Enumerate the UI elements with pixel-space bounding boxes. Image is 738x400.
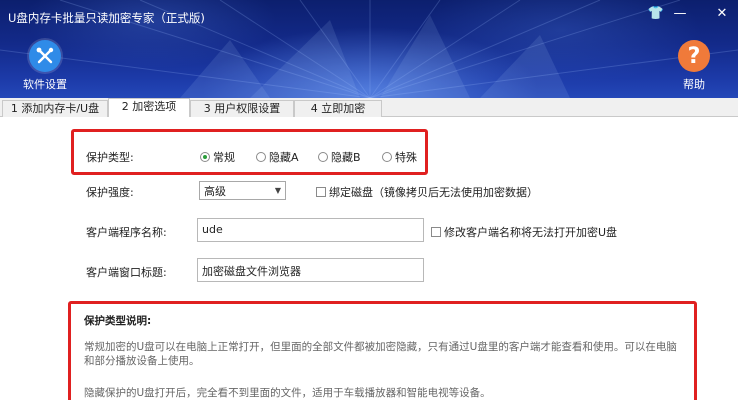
description-title: 保护类型说明:: [84, 315, 152, 327]
help-button[interactable]: ? 帮助: [666, 40, 722, 92]
description-line-3: 隐藏保护的U盘打开后，完全看不到里面的文件，适用于车载播放器和智能电视等设备。: [84, 387, 491, 399]
description-line-2: 和部分播放设备上使用。: [84, 355, 200, 367]
tab-encrypt-options[interactable]: 2 加密选项: [108, 98, 190, 118]
checkbox-icon: [316, 187, 326, 197]
skin-icon[interactable]: 👕: [646, 6, 666, 21]
question-icon: ?: [678, 40, 710, 72]
help-label: 帮助: [683, 78, 705, 91]
client-name-label: 客户端程序名称:: [86, 226, 167, 239]
client-name-input[interactable]: ude: [197, 218, 424, 242]
radio-protect-special[interactable]: 特殊: [382, 149, 417, 165]
tab-add-card[interactable]: 1 添加内存卡/U盘: [2, 100, 108, 117]
encrypt-options-panel: 保护类型: 常规 隐藏A 隐藏B 特殊 保护强度: 高级 ▼ 绑定磁盘（镜像拷贝…: [0, 117, 738, 400]
window-title: U盘内存卡批量只读加密专家（正式版): [8, 11, 205, 25]
bind-disk-checkbox[interactable]: 绑定磁盘（镜像拷贝后无法使用加密数据）: [316, 184, 538, 200]
settings-label: 软件设置: [23, 78, 67, 91]
header-banner: U盘内存卡批量只读加密专家（正式版) 👕 — ✕ 软件设置 ? 帮助: [0, 0, 738, 98]
client-title-label: 客户端窗口标题:: [86, 266, 167, 279]
wrench-screwdriver-icon: [29, 40, 61, 72]
bind-disk-label: 绑定磁盘（镜像拷贝后无法使用加密数据）: [329, 186, 538, 199]
radio-label: 常规: [213, 151, 235, 164]
protect-type-label: 保护类型:: [86, 151, 134, 164]
tab-encrypt-now[interactable]: 4 立即加密: [294, 100, 382, 117]
modify-client-checkbox[interactable]: 修改客户端名称将无法打开加密U盘: [431, 224, 617, 240]
settings-button[interactable]: 软件设置: [17, 40, 73, 92]
radio-label: 隐藏A: [269, 151, 299, 164]
protect-strength-value: 高级: [204, 184, 226, 198]
radio-icon: [256, 152, 266, 162]
radio-protect-normal[interactable]: 常规: [200, 149, 235, 165]
radio-icon: [382, 152, 392, 162]
radio-label: 特殊: [395, 151, 417, 164]
chevron-down-icon: ▼: [274, 186, 281, 195]
client-title-input[interactable]: 加密磁盘文件浏览器: [197, 258, 424, 282]
radio-protect-hidden-b[interactable]: 隐藏B: [318, 149, 361, 165]
tab-bar: 1 添加内存卡/U盘 2 加密选项 3 用户权限设置 4 立即加密: [0, 98, 738, 118]
modify-client-label: 修改客户端名称将无法打开加密U盘: [444, 226, 618, 239]
close-button[interactable]: ✕: [712, 6, 732, 21]
radio-selected-icon: [200, 152, 210, 162]
radio-label: 隐藏B: [331, 151, 361, 164]
minimize-button[interactable]: —: [670, 6, 690, 21]
radio-icon: [318, 152, 328, 162]
protect-strength-select[interactable]: 高级 ▼: [199, 181, 286, 200]
tab-user-permissions[interactable]: 3 用户权限设置: [190, 100, 294, 117]
protect-strength-label: 保护强度:: [86, 186, 134, 199]
radio-protect-hidden-a[interactable]: 隐藏A: [256, 149, 299, 165]
checkbox-icon: [431, 227, 441, 237]
